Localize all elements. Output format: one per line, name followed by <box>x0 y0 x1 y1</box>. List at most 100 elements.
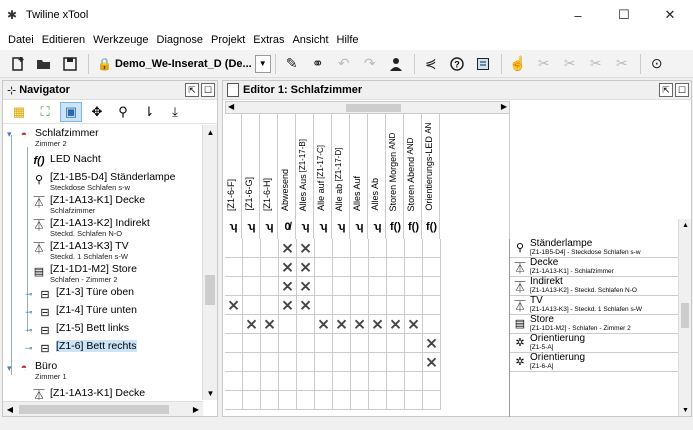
matrix-cell[interactable] <box>225 315 243 334</box>
tree-item[interactable]: ▤ [Z1-1D1-M2] Store Schlafen - Zimmer 2 <box>31 263 137 284</box>
tree-item[interactable]: ⊟ [Z1-5] Bett links <box>37 322 129 338</box>
matrix-cell[interactable] <box>225 391 243 410</box>
matrix-cell[interactable] <box>369 239 387 258</box>
matrix-cell[interactable] <box>351 277 369 296</box>
matrix-cell[interactable] <box>243 239 261 258</box>
matrix-cell[interactable]: ⨯ <box>297 277 315 296</box>
matrix-cell[interactable] <box>297 391 315 410</box>
tree-view-icon[interactable]: ⛶ <box>34 102 56 122</box>
matrix-cell[interactable] <box>369 372 387 391</box>
matrix-cell[interactable] <box>261 277 279 296</box>
column-header[interactable]: Alles Auf ʮ <box>351 114 368 239</box>
undock-icon[interactable]: ⇱ <box>659 83 673 97</box>
user-icon[interactable] <box>384 53 408 75</box>
menu-diagnose[interactable]: Diagnose <box>153 34 207 46</box>
matrix-cell[interactable] <box>225 239 243 258</box>
matrix-cell[interactable] <box>261 258 279 277</box>
project-select[interactable]: 🔒 Demo_We-Inserat_D (De... ▼ <box>97 54 271 74</box>
matrix-cell[interactable] <box>279 334 297 353</box>
matrix-cell[interactable] <box>405 372 423 391</box>
menu-werkzeuge[interactable]: Werkzeuge <box>89 34 152 46</box>
menu-hilfe[interactable]: Hilfe <box>333 34 363 46</box>
matrix-cell[interactable] <box>405 334 423 353</box>
matrix-cell[interactable] <box>387 391 405 410</box>
matrix-cell[interactable] <box>351 353 369 372</box>
scroll-thumb[interactable] <box>205 275 215 305</box>
matrix-cell[interactable] <box>225 334 243 353</box>
maximize-panel-icon[interactable]: ☐ <box>675 83 689 97</box>
matrix-cell[interactable] <box>315 277 333 296</box>
matrix-cell[interactable] <box>279 353 297 372</box>
row-item[interactable]: ⏄ Decke [Z1-1A13-K1] - Schlafzimmer <box>510 258 680 277</box>
new-icon[interactable] <box>6 53 30 75</box>
maximize-panel-icon[interactable]: ☐ <box>201 83 215 97</box>
matrix-cell[interactable] <box>387 334 405 353</box>
tree-item[interactable]: ⏄ [Z1-1A13-K1] Decke Schlafzimmer <box>31 194 146 215</box>
matrix-cell[interactable] <box>243 258 261 277</box>
matrix-cell[interactable] <box>423 277 441 296</box>
matrix-cell[interactable] <box>243 334 261 353</box>
matrix-cell[interactable] <box>423 315 441 334</box>
matrix-cell[interactable] <box>387 372 405 391</box>
matrix-cell[interactable]: ⨯ <box>369 315 387 334</box>
matrix-cell[interactable] <box>333 391 351 410</box>
matrix-cell[interactable] <box>315 258 333 277</box>
open-folder-icon[interactable] <box>32 53 56 75</box>
matrix-cell[interactable] <box>243 353 261 372</box>
collapse-icon[interactable]: ▾ <box>7 129 12 140</box>
comment-icon[interactable] <box>471 53 495 75</box>
matrix-cell[interactable] <box>387 258 405 277</box>
tree-item[interactable]: ⊟ [Z1-3] Türe oben <box>37 286 134 302</box>
column-header[interactable]: Alle auf[Z1-17-C] ʮ <box>315 114 332 239</box>
scroll-up-icon[interactable]: ▲ <box>679 219 692 231</box>
maximize-button[interactable]: ☐ <box>601 0 647 30</box>
matrix-cell[interactable] <box>297 334 315 353</box>
matrix-cell[interactable] <box>261 391 279 410</box>
matrix-cell[interactable] <box>405 296 423 315</box>
matrix-cell[interactable]: ⨯ <box>423 334 441 353</box>
matrix-cell[interactable]: ⨯ <box>225 296 243 315</box>
scroll-left-icon[interactable]: ◀ <box>228 102 234 111</box>
tree-item[interactable]: f() LED Nacht <box>31 153 101 169</box>
menu-extras[interactable]: Extras <box>249 34 288 46</box>
undo-icon[interactable]: ↶ <box>332 53 356 75</box>
matrix-cell[interactable] <box>315 296 333 315</box>
matrix-cell[interactable] <box>279 391 297 410</box>
matrix-cell[interactable] <box>297 315 315 334</box>
matrix-cell[interactable] <box>423 296 441 315</box>
matrix-cell[interactable] <box>423 372 441 391</box>
tree-item[interactable]: ⚲ [Z1-1B5-D4] Ständerlampe Steckdose Schl… <box>31 171 176 192</box>
column-header[interactable]: Abwesend 0̸ <box>279 114 296 239</box>
column-header[interactable]: [Z1-6-F] ʮ <box>225 114 242 239</box>
matrix-cell[interactable] <box>351 258 369 277</box>
matrix-cell[interactable] <box>369 353 387 372</box>
matrix-cell[interactable] <box>279 372 297 391</box>
column-header[interactable]: [Z1-6-H] ʮ <box>261 114 278 239</box>
matrix-cell[interactable]: ⨯ <box>405 315 423 334</box>
matrix-cell[interactable] <box>225 372 243 391</box>
menu-ansicht[interactable]: Ansicht <box>288 34 332 46</box>
matrix-cell[interactable] <box>333 239 351 258</box>
tool-disabled-icon[interactable]: ✂ <box>558 53 582 75</box>
matrix-cell[interactable] <box>369 296 387 315</box>
matrix-cell[interactable] <box>225 277 243 296</box>
navigator-horizontal-scrollbar[interactable]: ◀ ▶ <box>3 401 203 416</box>
scroll-thumb[interactable] <box>681 303 689 328</box>
matrix-cell[interactable] <box>369 391 387 410</box>
matrix-cell[interactable] <box>369 277 387 296</box>
matrix-cell[interactable] <box>387 296 405 315</box>
matrix-cell[interactable] <box>351 296 369 315</box>
row-item[interactable]: ▤ Store [Z1-1D1-M2] - Schlafen - Zimmer 2 <box>510 315 680 334</box>
column-header[interactable]: Orientierungs-LEDAN f() <box>423 114 440 239</box>
undock-icon[interactable]: ⇱ <box>185 83 199 97</box>
matrix-cell[interactable] <box>405 239 423 258</box>
row-item[interactable]: ⏄ TV [Z1-1A13-K3] - Steckd. 1 Schlafen s-W <box>510 296 680 315</box>
matrix-cell[interactable] <box>423 239 441 258</box>
matrix-cell[interactable]: ⨯ <box>297 296 315 315</box>
tree-item[interactable]: ⊟ [Z1-4] Türe unten <box>37 304 137 320</box>
matrix-cell[interactable] <box>261 296 279 315</box>
matrix-cell[interactable]: ⨯ <box>279 296 297 315</box>
matrix-cell[interactable] <box>423 391 441 410</box>
matrix-cell[interactable] <box>243 372 261 391</box>
scroll-down-icon[interactable]: ▼ <box>679 404 692 416</box>
